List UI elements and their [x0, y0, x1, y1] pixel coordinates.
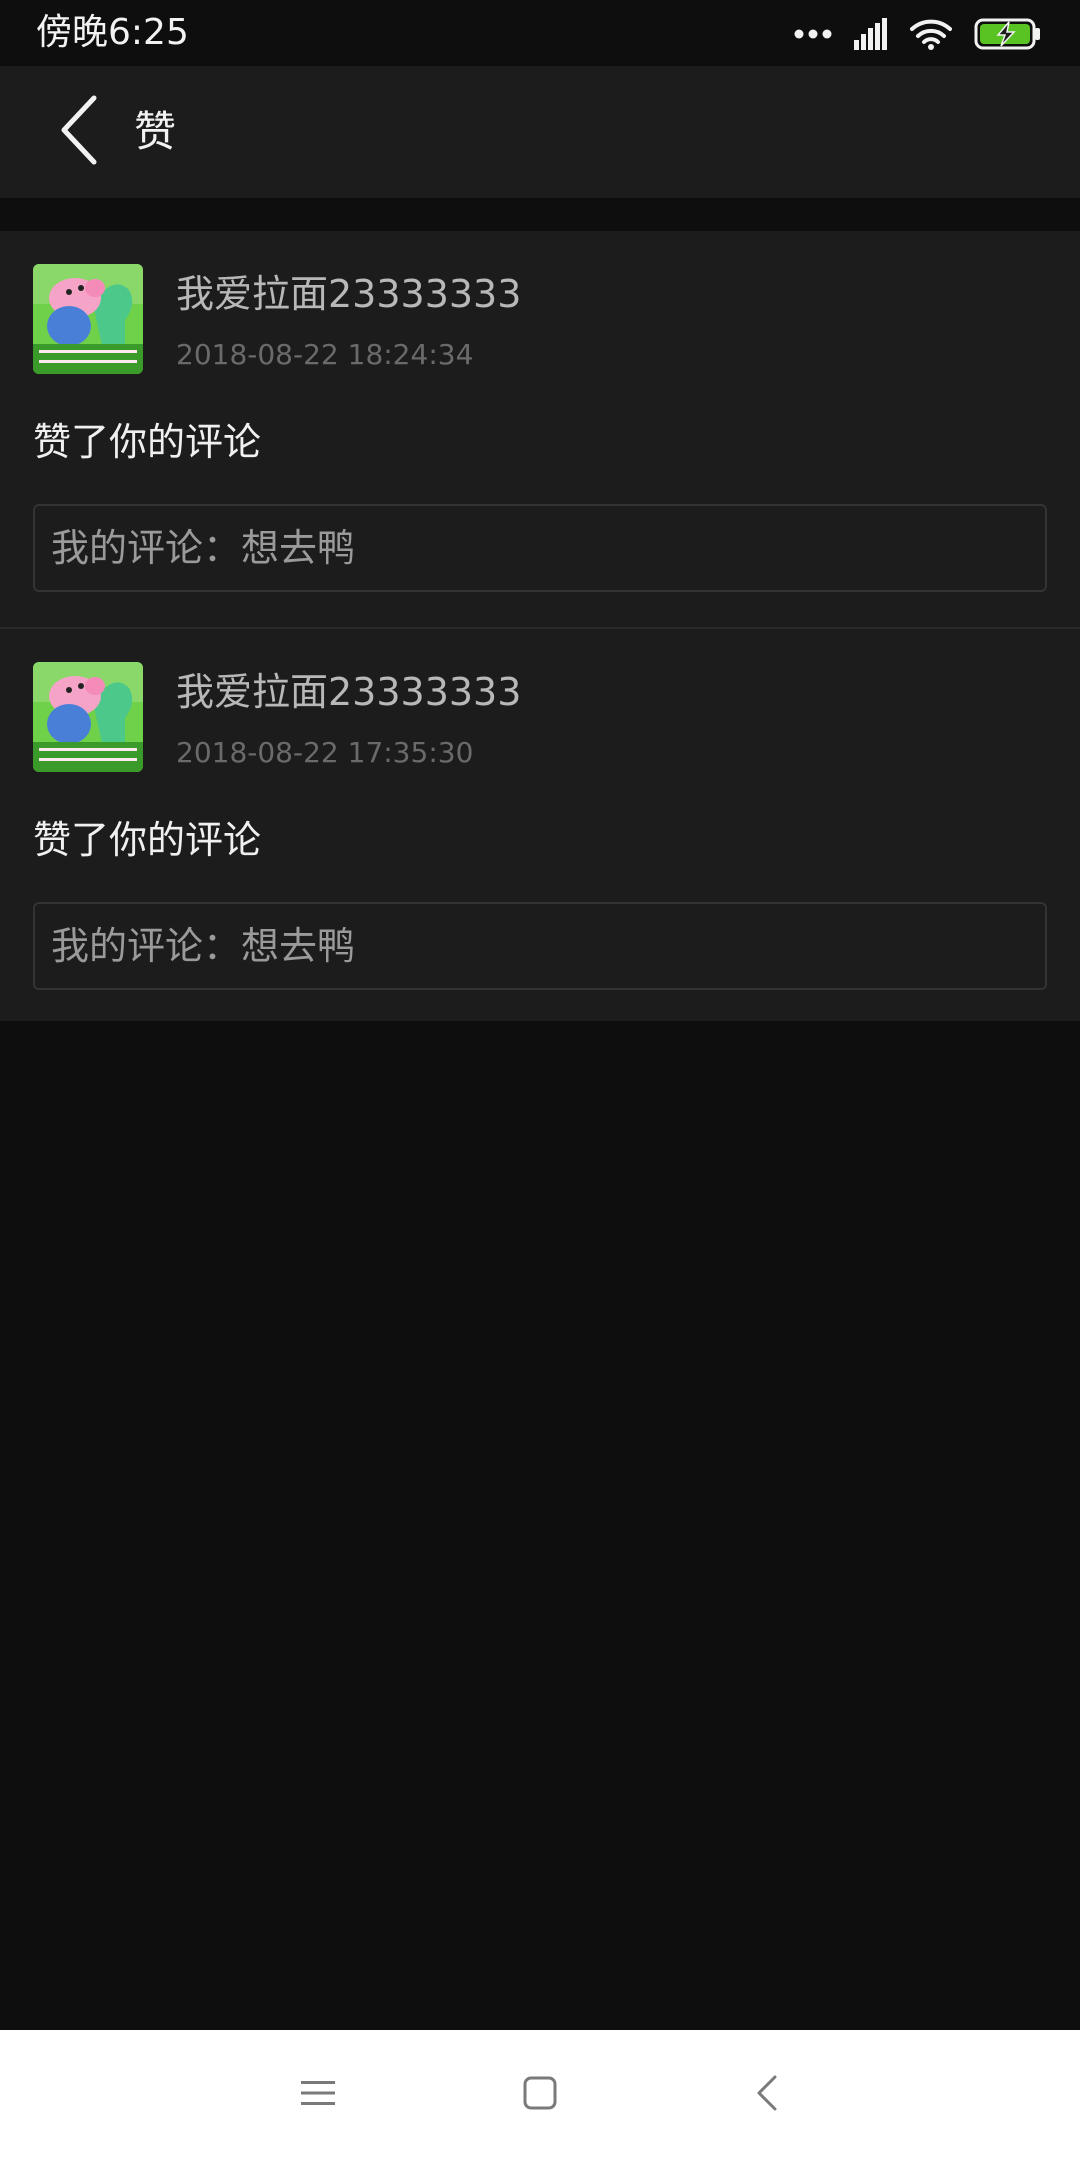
signal-icon — [854, 18, 888, 50]
avatar[interactable] — [33, 264, 143, 374]
back-button[interactable] — [44, 94, 116, 170]
page-title: 赞 — [134, 107, 177, 156]
status-bar: 傍晚6:25 — [0, 0, 1080, 66]
notification-item[interactable]: 我爱拉面23333333 2018-08-22 18:24:34 赞了你的评论 … — [0, 231, 1080, 627]
timestamp: 2018-08-22 18:24:34 — [176, 338, 474, 371]
username[interactable]: 我爱拉面23333333 — [176, 667, 521, 717]
menu-icon — [301, 2079, 335, 2111]
system-nav-bar — [0, 2030, 1080, 2160]
menu-button[interactable] — [283, 2060, 353, 2130]
notification-item[interactable]: 我爱拉面23333333 2018-08-22 17:35:30 赞了你的评论 … — [0, 627, 1080, 1021]
username[interactable]: 我爱拉面23333333 — [176, 269, 521, 319]
battery-charging-icon — [974, 18, 1042, 50]
home-icon — [523, 2076, 557, 2114]
timestamp: 2018-08-22 17:35:30 — [176, 736, 474, 769]
wifi-icon — [910, 18, 952, 50]
notification-list: 我爱拉面23333333 2018-08-22 18:24:34 赞了你的评论 … — [0, 231, 1080, 1021]
home-button[interactable] — [505, 2060, 575, 2130]
status-icons — [794, 14, 1042, 54]
nav-back-button[interactable] — [732, 2060, 802, 2130]
action-text: 赞了你的评论 — [33, 420, 262, 464]
app-bar: 赞 — [0, 66, 1080, 198]
comment-preview[interactable]: 我的评论：想去鸭 — [33, 504, 1047, 592]
status-time: 傍晚6:25 — [36, 12, 189, 53]
comment-preview[interactable]: 我的评论：想去鸭 — [33, 902, 1047, 990]
back-arrow-icon — [58, 94, 102, 170]
more-dots-icon — [794, 28, 832, 40]
back-icon — [756, 2075, 778, 2115]
action-text: 赞了你的评论 — [33, 818, 262, 862]
avatar[interactable] — [33, 662, 143, 772]
